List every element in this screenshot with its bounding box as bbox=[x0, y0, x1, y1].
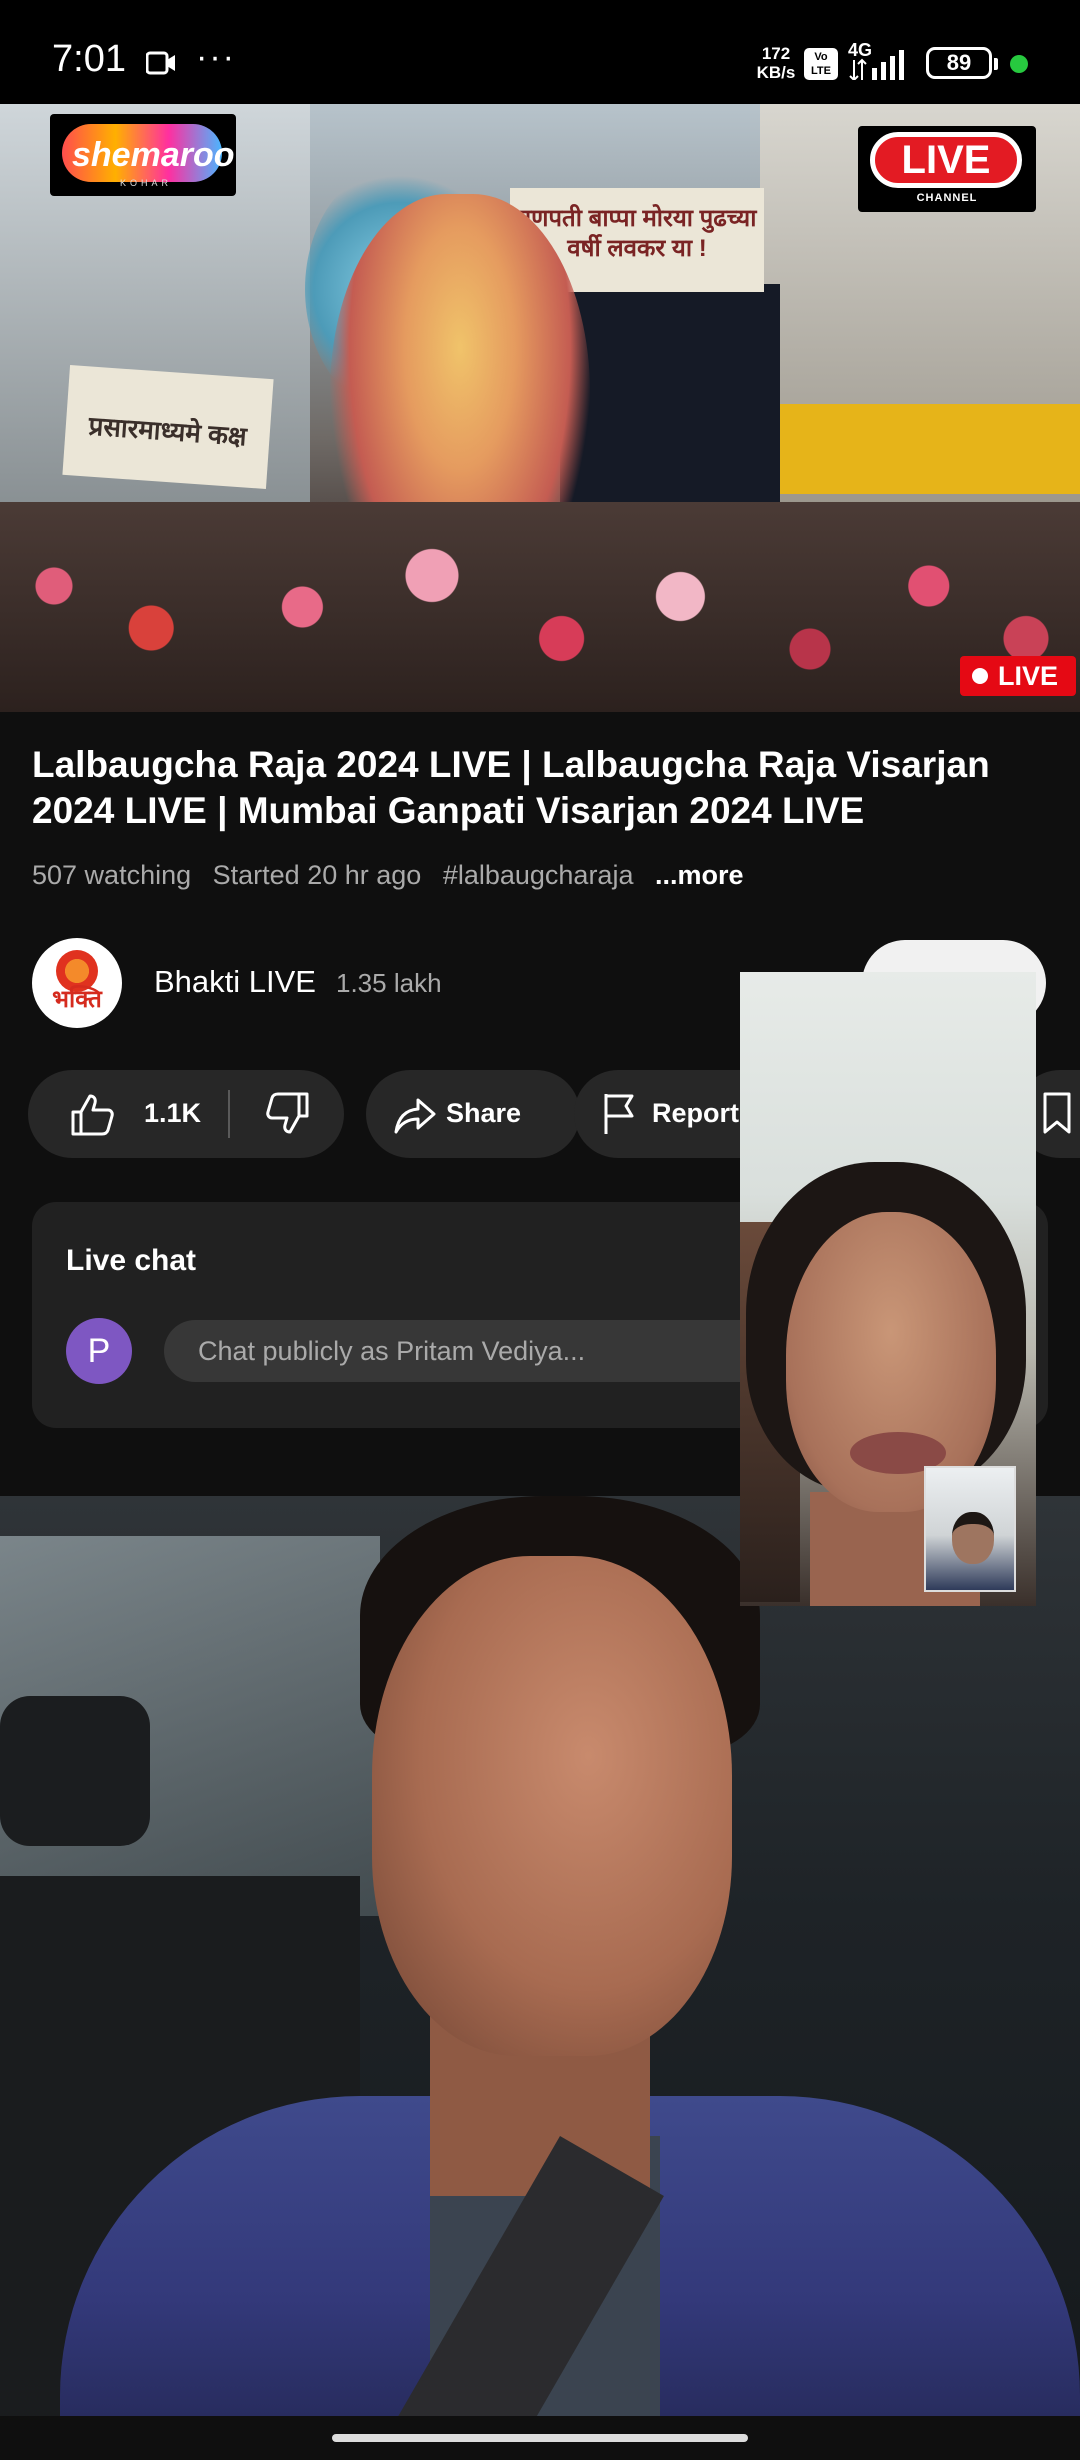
live-channel-logo-sub: CHANNEL bbox=[916, 192, 978, 204]
network-speed: 172 KB/s bbox=[752, 44, 800, 82]
video-camera-icon bbox=[146, 51, 175, 75]
video-scene-yellow-facade bbox=[760, 404, 1080, 494]
channel-name[interactable]: Bhakti LIVE bbox=[154, 964, 316, 1000]
share-button[interactable]: Share bbox=[366, 1070, 580, 1158]
share-label: Share bbox=[446, 1098, 522, 1128]
dislike-icon[interactable] bbox=[264, 1092, 310, 1136]
live-badge[interactable]: LIVE bbox=[960, 656, 1076, 696]
network-speed-unit: KB/s bbox=[756, 63, 796, 82]
car-headrest bbox=[0, 1696, 150, 1846]
more-link[interactable]: ...more bbox=[655, 860, 744, 890]
watching-count: 507 watching bbox=[32, 860, 192, 890]
pip-self-preview[interactable] bbox=[924, 1466, 1016, 1592]
started-time: Started 20 hr ago bbox=[212, 860, 422, 890]
home-indicator[interactable] bbox=[332, 2434, 748, 2442]
pip-self-face bbox=[952, 1512, 994, 1564]
channel-avatar[interactable] bbox=[32, 938, 122, 1028]
shemaroo-logo-subtext: KOHAR bbox=[120, 178, 173, 188]
shemaroo-logo: shemaroo KOHAR bbox=[50, 114, 236, 196]
bookmark-icon bbox=[1043, 1092, 1071, 1134]
live-channel-logo: LIVE CHANNEL bbox=[858, 126, 1036, 212]
like-divider bbox=[228, 1090, 230, 1138]
network-type: 4G bbox=[848, 40, 873, 60]
video-scene-backdrop bbox=[560, 284, 780, 534]
video-banner-left: प्रसारमाध्यमे कक्ष bbox=[62, 365, 274, 489]
background-video-feed bbox=[0, 1496, 1080, 2416]
live-channel-logo-text: LIVE bbox=[870, 132, 1022, 188]
video-player[interactable]: गणपती बाप्पा मोरया पुढच्या वर्षी लवकर या… bbox=[0, 104, 1080, 712]
video-meta[interactable]: 507 watching Started 20 hr ago #lalbaugc… bbox=[32, 860, 758, 891]
user-avatar: P bbox=[66, 1318, 132, 1384]
status-time: 7:01 bbox=[52, 38, 126, 80]
live-chat-title: Live chat bbox=[66, 1244, 197, 1277]
flag-icon bbox=[604, 1094, 634, 1134]
video-crowd bbox=[0, 502, 1080, 712]
status-more-icon: ··· bbox=[196, 38, 236, 76]
network-speed-value: 172 bbox=[761, 44, 791, 63]
channel-subscribers: 1.35 lakh bbox=[336, 968, 442, 998]
status-bar: 7:01 ··· 172 KB/s Vo LTE 4G 89 bbox=[0, 0, 1080, 104]
video-call-pip[interactable] bbox=[740, 972, 1036, 1606]
person-face bbox=[372, 1556, 732, 2056]
like-count[interactable]: 1.1K bbox=[144, 1098, 201, 1129]
shemaroo-logo-text: shemaroo bbox=[72, 136, 235, 174]
like-icon[interactable] bbox=[70, 1092, 116, 1136]
video-title[interactable]: Lalbaugcha Raja 2024 LIVE | Lalbaugcha R… bbox=[32, 742, 1032, 834]
volte-icon: Vo LTE bbox=[804, 48, 838, 80]
hashtag-link[interactable]: #lalbaugcharaja bbox=[443, 860, 634, 890]
camera-in-use-dot bbox=[1010, 55, 1028, 73]
share-icon bbox=[394, 1098, 436, 1134]
report-label: Report bbox=[652, 1098, 739, 1128]
like-dislike-pill: 1.1K bbox=[28, 1070, 344, 1158]
battery-icon: 89 bbox=[926, 47, 998, 79]
